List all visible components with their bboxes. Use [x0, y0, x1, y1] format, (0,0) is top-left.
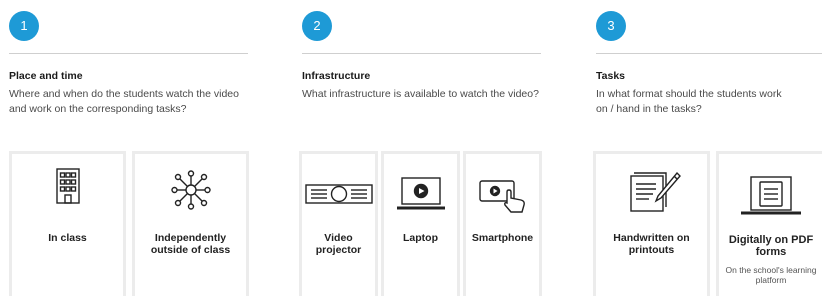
option-card-digital[interactable]: Digitally on PDF forms On the school's l…: [716, 151, 822, 296]
digital-form-icon: [719, 176, 822, 216]
network-icon: [135, 168, 246, 212]
step-description: In what format should the students work …: [596, 88, 782, 115]
option-card-in-class[interactable]: In class: [9, 151, 126, 296]
step-title: Infrastructure: [302, 70, 371, 82]
step-title: Place and time: [9, 70, 83, 82]
option-label: Digitally on PDF forms: [728, 234, 814, 258]
option-label: Handwritten on printouts: [613, 232, 690, 256]
laptop-icon: [384, 176, 457, 212]
divider: [302, 53, 541, 54]
option-sublabel: On the school's learning platform: [725, 265, 817, 285]
divider: [9, 53, 248, 54]
option-label: Laptop: [403, 232, 438, 244]
option-card-laptop[interactable]: Laptop: [381, 151, 460, 296]
option-card-handwritten[interactable]: Handwritten on printouts: [593, 151, 710, 296]
divider: [596, 53, 822, 54]
building-icon: [12, 168, 123, 204]
option-label: Independently outside of class: [150, 232, 231, 256]
option-label: Video projector: [315, 232, 362, 256]
step-number-badge: 3: [596, 11, 626, 41]
step-description: What infrastructure is available to watc…: [302, 88, 539, 100]
option-label: Smartphone: [471, 232, 534, 244]
step-number-badge: 1: [9, 11, 39, 41]
option-card-video-projector[interactable]: Video projector: [299, 151, 378, 296]
step-description: Where and when do the students watch the…: [9, 88, 239, 115]
option-label: In class: [48, 232, 87, 244]
step-title: Tasks: [596, 70, 625, 82]
step-number-badge: 2: [302, 11, 332, 41]
smartphone-icon: [466, 178, 539, 214]
handwriting-icon: [596, 170, 707, 212]
option-card-independently[interactable]: Independently outside of class: [132, 151, 249, 296]
option-card-smartphone[interactable]: Smartphone: [463, 151, 542, 296]
projector-icon: [302, 183, 375, 205]
